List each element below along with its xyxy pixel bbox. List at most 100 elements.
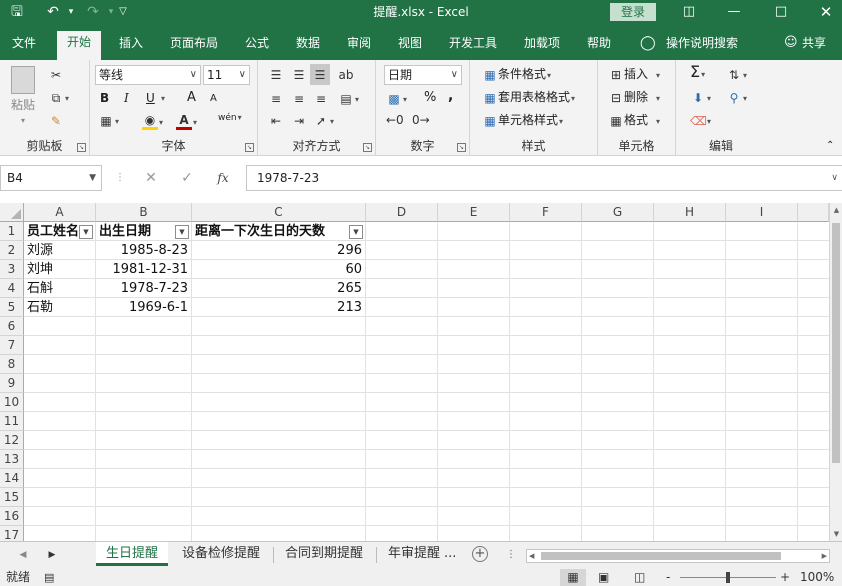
filter-dropdown-icon[interactable]: ▼ [349, 225, 363, 239]
select-all-button[interactable] [0, 203, 24, 222]
cut-icon[interactable]: ✂ [48, 66, 64, 83]
decrease-decimal-icon[interactable]: 0→ [412, 112, 430, 129]
page-layout-view-icon[interactable]: ▣ [598, 569, 609, 586]
expand-formula-icon[interactable]: ∨ [831, 166, 838, 190]
orientation-icon[interactable]: ➚ ▾ [313, 112, 334, 130]
copy-icon[interactable]: ⧉ ▾ [48, 89, 69, 107]
increase-decimal-icon[interactable]: ←0 [386, 112, 404, 129]
merge-center-icon[interactable]: ▤ ▾ [338, 90, 359, 108]
decrease-indent-icon[interactable]: ⇤ [268, 112, 284, 129]
macro-record-icon[interactable]: ▤ [44, 569, 54, 586]
add-sheet-icon[interactable]: + [472, 546, 488, 562]
font-size-select[interactable]: 11 ∨ [203, 65, 250, 85]
cancel-icon[interactable]: ✕ [141, 169, 161, 187]
format-painter-icon[interactable]: ✎ [48, 112, 64, 129]
insert-cells-button[interactable]: ⊞ 插入 ▾ [608, 66, 660, 84]
row-header-3[interactable]: 3 [0, 260, 24, 279]
more-sheets-button[interactable]: ... [444, 542, 456, 566]
fill-color-button[interactable]: ◉ ▾ [142, 112, 163, 131]
table-cell[interactable]: 213 [192, 298, 365, 317]
scroll-up-icon[interactable]: ▲ [830, 203, 842, 217]
column-header-e[interactable]: E [438, 203, 510, 222]
insert-function-button[interactable]: fx [213, 169, 233, 187]
share-button[interactable]: 共享 [800, 33, 828, 60]
column-header-h[interactable]: H [654, 203, 726, 222]
row-header-6[interactable]: 6 [0, 317, 24, 336]
row-header-14[interactable]: 14 [0, 469, 24, 488]
table-cell[interactable]: 1969-6-1 [96, 298, 191, 317]
column-header-i[interactable]: I [726, 203, 798, 222]
prev-sheet-icon[interactable]: ◀ [16, 548, 30, 562]
row-header-13[interactable]: 13 [0, 450, 24, 469]
save-icon[interactable]: 🖫 [6, 3, 28, 21]
row-header-12[interactable]: 12 [0, 431, 24, 450]
align-top-icon[interactable]: ☰ [268, 66, 284, 83]
column-header-c[interactable]: C [192, 203, 366, 222]
table-cell[interactable]: 刘坤 [24, 260, 95, 279]
sheet-tab-birthday[interactable]: 生日提醒 [96, 542, 169, 566]
scroll-down-icon[interactable]: ▼ [830, 527, 842, 541]
paste-button[interactable]: 粘贴 ▾ [8, 66, 38, 129]
customize-icon[interactable]: ▽ [112, 3, 134, 21]
zoom-slider-thumb[interactable] [726, 572, 730, 583]
row-header-1[interactable]: 1 [0, 222, 24, 241]
filter-dropdown-icon[interactable]: ▼ [175, 225, 189, 239]
row-header-4[interactable]: 4 [0, 279, 24, 298]
format-as-table-button[interactable]: ▦ 套用表格格式▾ [482, 89, 575, 107]
tab-help[interactable]: 帮助 [585, 33, 613, 60]
find-icon[interactable]: ⚲ ▾ [726, 89, 747, 107]
table-cell[interactable]: 265 [192, 279, 365, 298]
zoom-level[interactable]: 100% [800, 569, 834, 586]
font-launcher-icon[interactable]: ↘ [245, 143, 254, 152]
number-launcher-icon[interactable]: ↘ [457, 143, 466, 152]
bold-button[interactable]: B [100, 90, 109, 106]
tab-addins[interactable]: 加载项 [522, 33, 562, 60]
number-format-select[interactable]: 日期 ∨ [384, 65, 462, 85]
tab-formulas[interactable]: 公式 [243, 33, 271, 60]
table-header-cell[interactable]: 出生日期 [96, 222, 174, 241]
clear-icon[interactable]: ⌫▾ [690, 112, 711, 130]
sheet-tab-contract[interactable]: 合同到期提醒 [275, 542, 373, 566]
row-header-7[interactable]: 7 [0, 336, 24, 355]
maximize-icon[interactable]: □ [770, 2, 792, 22]
row-header-5[interactable]: 5 [0, 298, 24, 317]
table-cell[interactable]: 刘源 [24, 241, 95, 260]
sort-filter-icon[interactable]: ⇅ ▾ [726, 66, 747, 84]
border-button[interactable]: ▦ ▾ [98, 112, 119, 130]
ribbon-display-icon[interactable]: ◫ [678, 2, 700, 22]
scroll-right-icon[interactable]: ▶ [822, 550, 827, 562]
italic-button[interactable]: I [124, 90, 129, 106]
align-center-icon[interactable]: ≡ [291, 90, 307, 107]
align-right-icon[interactable]: ≡ [313, 90, 329, 107]
align-bottom-icon[interactable]: ☰ [310, 64, 330, 85]
login-button[interactable]: 登录 [610, 3, 656, 21]
horizontal-scroll-thumb[interactable] [541, 552, 781, 560]
format-cells-button[interactable]: ▦ 格式 ▾ [608, 112, 660, 130]
tab-data[interactable]: 数据 [294, 33, 322, 60]
row-header-9[interactable]: 9 [0, 374, 24, 393]
zoom-out-button[interactable]: - [666, 569, 670, 586]
tab-review[interactable]: 审阅 [345, 33, 373, 60]
collapse-ribbon-icon[interactable]: ⌃ [826, 138, 834, 154]
sheet-tab-annual[interactable]: 年审提醒 [378, 542, 440, 566]
column-header-f[interactable]: F [510, 203, 582, 222]
tab-page-layout[interactable]: 页面布局 [168, 33, 220, 60]
table-cell[interactable]: 石斛 [24, 279, 95, 298]
increase-indent-icon[interactable]: ⇥ [291, 112, 307, 129]
align-middle-icon[interactable]: ☰ [291, 66, 307, 83]
table-cell[interactable]: 1981-12-31 [96, 260, 191, 279]
grow-font-button[interactable]: A [187, 90, 196, 106]
name-box[interactable]: B4 ▼ [0, 165, 102, 191]
tab-home[interactable]: 开始 [57, 31, 102, 60]
alignment-launcher-icon[interactable]: ↘ [363, 143, 372, 152]
table-cell[interactable]: 60 [192, 260, 365, 279]
row-header-11[interactable]: 11 [0, 412, 24, 431]
column-header-g[interactable]: G [582, 203, 654, 222]
row-header-16[interactable]: 16 [0, 507, 24, 526]
table-header-cell[interactable]: 员工姓名 [24, 222, 78, 241]
formula-input[interactable]: 1978-7-23 ∨ [246, 165, 842, 191]
column-header-d[interactable]: D [366, 203, 438, 222]
normal-view-icon[interactable]: ▦ [560, 569, 586, 586]
font-color-button[interactable]: A ▾ [176, 112, 197, 131]
table-header-cell[interactable]: 距离一下次生日的天数 [192, 222, 348, 241]
